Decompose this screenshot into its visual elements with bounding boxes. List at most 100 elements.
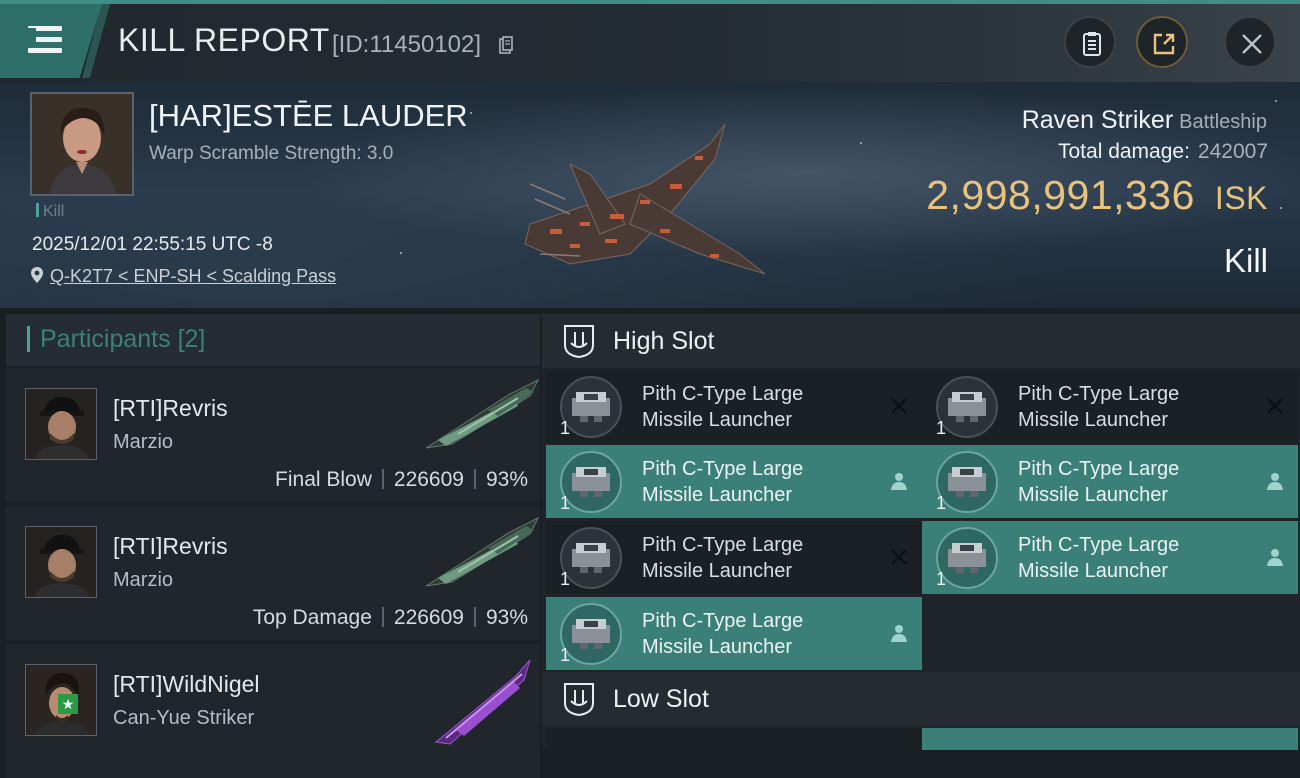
participant-avatar [25, 388, 97, 460]
victim-name[interactable]: [HAR]ESTĒE LAUDER [149, 98, 468, 134]
module-name-line2: Missile Launcher [642, 560, 793, 582]
star-decoration [400, 252, 402, 254]
module-item[interactable]: 1 Pith C-Type Large Missile Launcher [922, 445, 1298, 518]
star-badge-icon: ★ [58, 694, 78, 714]
module-name: Pith C-Type Large Missile Launcher [642, 381, 882, 433]
module-item-partial[interactable] [922, 728, 1298, 750]
participants-title: Participants [2] [40, 325, 205, 354]
low-slot-header[interactable]: Low Slot [542, 672, 1300, 726]
participant-row[interactable]: ★ [RTI]WildNigel Can-Yue Striker [6, 644, 540, 778]
attacker-ship-icon [425, 378, 540, 449]
divider [473, 607, 476, 627]
participant-name[interactable]: [RTI]Revris [113, 395, 228, 422]
divider [473, 469, 476, 489]
isk-value: 2,998,991,336 ISK [926, 172, 1268, 219]
module-item[interactable]: 1 Pith C-Type Large Missile Launcher [922, 370, 1298, 443]
hamburger-icon-bar [28, 48, 62, 53]
victim-avatar [32, 94, 132, 194]
pilot-portrait [26, 389, 96, 459]
module-quantity: 1 [936, 418, 947, 438]
low-slot-icon [564, 683, 594, 717]
module-name: Pith C-Type Large Missile Launcher [1018, 456, 1258, 508]
copy-icon[interactable] [499, 36, 513, 54]
participant-name[interactable]: [RTI]Revris [113, 533, 228, 560]
total-damage: Total damage: 242007 [1058, 140, 1268, 164]
module-item[interactable]: 1 Pith C-Type Large Missile Launcher [546, 597, 922, 670]
destroyed-icon [891, 398, 907, 414]
destroyed-icon [891, 549, 907, 565]
module-name-line1: Pith C-Type Large [1018, 383, 1180, 405]
module-item[interactable]: 1 Pith C-Type Large Missile Launcher [922, 521, 1298, 594]
module-name: Pith C-Type Large Missile Launcher [1018, 532, 1258, 584]
dropped-person-icon [891, 625, 907, 642]
participant-percent: 93% [485, 468, 528, 491]
participants-title-text: Participants [40, 325, 171, 353]
share-button[interactable] [1136, 16, 1188, 68]
star-decoration [1280, 207, 1282, 209]
module-name-line1: Pith C-Type Large [1018, 534, 1180, 556]
module-name: Pith C-Type Large Missile Launcher [642, 608, 882, 660]
star-decoration [1275, 100, 1277, 102]
isk-amount: 2,998,991,336 [926, 172, 1195, 218]
module-quantity: 1 [936, 493, 947, 513]
module-item-partial[interactable] [546, 728, 922, 750]
module-name: Pith C-Type Large Missile Launcher [642, 456, 882, 508]
victim-ship-name[interactable]: Raven Striker Battleship [1022, 106, 1267, 135]
location-pin-icon [31, 267, 43, 283]
module-quantity: 1 [936, 569, 947, 589]
participant-row[interactable]: [RTI]Revris Marzio Final Blow 226609 93% [6, 368, 540, 502]
high-slot-title: High Slot [613, 327, 715, 355]
participant-role: Top Damage [252, 606, 372, 629]
missile-launcher-icon [572, 543, 610, 573]
low-slot-title: Low Slot [613, 685, 709, 713]
module-item[interactable]: 1 Pith C-Type Large Missile Launcher [546, 521, 922, 594]
high-slot-header[interactable]: High Slot [542, 314, 1300, 368]
participant-name[interactable]: [RTI]WildNigel [113, 671, 260, 698]
participant-row[interactable]: [RTI]Revris Marzio Top Damage 226609 93% [6, 506, 540, 640]
module-item[interactable]: 1 Pith C-Type Large Missile Launcher [546, 445, 922, 518]
hamburger-icon-notch [28, 28, 36, 42]
module-item[interactable]: 1 Pith C-Type Large Missile Launcher [546, 370, 922, 443]
missile-launcher-icon [948, 392, 986, 422]
kill-location[interactable]: Q-K2T7 < ENP-SH < Scalding Pass [30, 266, 336, 287]
close-icon [1242, 34, 1262, 54]
module-name-line1: Pith C-Type Large [642, 610, 804, 632]
participant-damage: 226609 [393, 606, 464, 629]
isk-unit: ISK [1214, 180, 1268, 216]
participant-ship: Marzio [113, 431, 174, 453]
dropped-person-icon [1267, 473, 1283, 490]
module-name-line2: Missile Launcher [642, 484, 793, 506]
module-name-line2: Missile Launcher [1018, 409, 1169, 431]
star-decoration [860, 142, 862, 144]
clipboard-button[interactable] [1064, 16, 1116, 68]
divider [381, 469, 384, 489]
close-button[interactable] [1224, 16, 1276, 68]
clipboard-icon [1083, 32, 1101, 56]
participant-avatar [25, 526, 97, 598]
kill-tag-label: Kill [43, 203, 65, 220]
fitting-panel: High Slot 1 Pith C-Type Large Missile Lau… [542, 314, 1300, 750]
module-name-line2: Missile Launcher [1018, 560, 1169, 582]
participant-damage: 226609 [393, 468, 464, 491]
dropped-person-icon [891, 473, 907, 490]
module-name: Pith C-Type Large Missile Launcher [642, 532, 882, 584]
location-link[interactable]: Q-K2T7 < ENP-SH < Scalding Pass [50, 266, 336, 286]
missile-launcher-icon [948, 543, 986, 573]
module-name-line2: Missile Launcher [1018, 484, 1169, 506]
module-quantity: 1 [560, 493, 571, 513]
victim-portrait[interactable] [30, 92, 134, 196]
module-name-line1: Pith C-Type Large [642, 534, 804, 556]
warp-scramble-strength: Warp Scramble Strength: 3.0 [149, 143, 394, 164]
module-quantity: 1 [560, 569, 571, 589]
tag-indicator [36, 203, 39, 217]
total-damage-value: 242007 [1197, 140, 1268, 163]
missile-launcher-icon [572, 392, 610, 422]
ship-name: Raven Striker [1021, 106, 1174, 134]
module-quantity: 1 [560, 645, 571, 665]
attacker-ship-icon [434, 659, 531, 745]
module-name: Pith C-Type Large Missile Launcher [1018, 381, 1258, 433]
missile-launcher-icon [572, 619, 610, 649]
participants-count: [2] [177, 325, 206, 353]
dropped-person-icon [1267, 549, 1283, 566]
total-damage-label: Total damage: [1058, 140, 1190, 163]
